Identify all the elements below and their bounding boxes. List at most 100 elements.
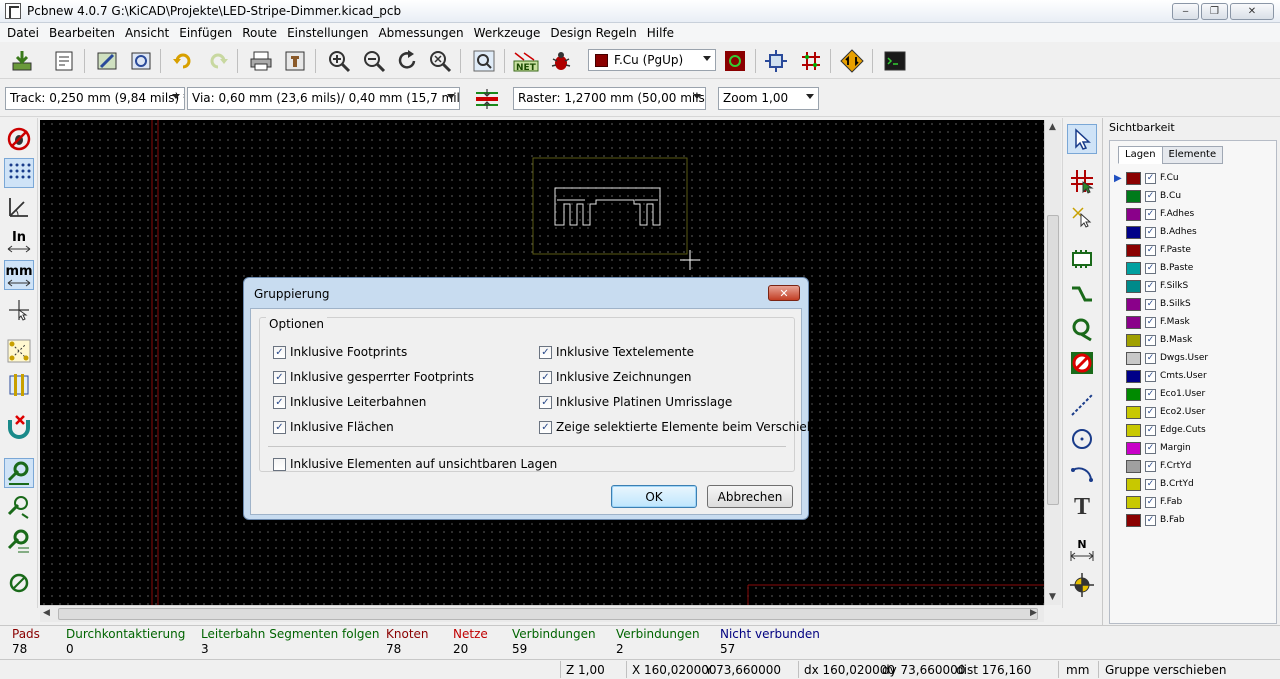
option-include-zones[interactable]: ✓ Inklusive Flächen bbox=[273, 420, 394, 434]
show-zones-outline-button[interactable] bbox=[4, 492, 34, 522]
layer-row[interactable]: ✓ B.Cu bbox=[1114, 187, 1274, 205]
layer-color-swatch[interactable] bbox=[1126, 279, 1141, 293]
layer-visibility-checkbox[interactable]: ✓ bbox=[1145, 352, 1156, 364]
set-origin-button[interactable] bbox=[1067, 570, 1097, 600]
scroll-down-icon[interactable]: ▼ bbox=[1049, 592, 1056, 602]
layer-color-swatch[interactable] bbox=[1126, 405, 1141, 419]
library-editor-button[interactable] bbox=[93, 47, 121, 75]
layer-color-swatch[interactable] bbox=[1126, 477, 1141, 491]
layer-visibility-checkbox[interactable]: ✓ bbox=[1145, 262, 1156, 274]
fabrication-outputs-button[interactable] bbox=[838, 47, 866, 75]
checkbox[interactable] bbox=[273, 457, 286, 471]
layer-color-swatch[interactable] bbox=[1126, 513, 1141, 527]
checkbox[interactable]: ✓ bbox=[273, 345, 286, 359]
menu-ansicht[interactable]: Ansicht bbox=[120, 26, 174, 40]
scripting-console-button[interactable] bbox=[881, 47, 909, 75]
layer-row[interactable]: ✓ Dwgs.User bbox=[1114, 349, 1274, 367]
checkbox[interactable]: ✓ bbox=[539, 370, 552, 384]
layer-row[interactable]: ✓ B.Mask bbox=[1114, 331, 1274, 349]
vertical-scrollbar[interactable]: ▲ ▼ bbox=[1044, 120, 1061, 605]
menu-hilfe[interactable]: Hilfe bbox=[642, 26, 679, 40]
option-include-text[interactable]: ✓ Inklusive Textelemente bbox=[539, 345, 694, 359]
library-browser-button[interactable] bbox=[127, 47, 155, 75]
save-board-button[interactable] bbox=[8, 47, 36, 75]
layer-color-swatch[interactable] bbox=[1126, 297, 1141, 311]
close-window-button[interactable]: ✕ bbox=[1230, 3, 1274, 20]
scroll-up-icon[interactable]: ▲ bbox=[1049, 122, 1056, 132]
vertical-scroll-thumb[interactable] bbox=[1047, 215, 1059, 505]
layer-visibility-checkbox[interactable]: ✓ bbox=[1145, 172, 1156, 184]
dialog-close-button[interactable]: ✕ bbox=[768, 285, 800, 301]
local-ratsnest-button[interactable] bbox=[1067, 202, 1097, 232]
menu-einfuegen[interactable]: Einfügen bbox=[174, 26, 237, 40]
tab-lagen[interactable]: Lagen bbox=[1118, 146, 1163, 164]
auto-track-width-button[interactable] bbox=[473, 85, 501, 113]
select-tool-button[interactable] bbox=[1067, 124, 1097, 154]
show-zones-button[interactable] bbox=[4, 458, 34, 488]
auto-route-button[interactable] bbox=[797, 47, 825, 75]
auto-delete-tracks-button[interactable] bbox=[4, 412, 34, 442]
zoom-fit-button[interactable] bbox=[426, 47, 454, 75]
layer-row[interactable]: ✓ F.CrtYd bbox=[1114, 457, 1274, 475]
redraw-button[interactable] bbox=[393, 47, 421, 75]
option-include-drawings[interactable]: ✓ Inklusive Zeichnungen bbox=[539, 370, 691, 384]
layer-visibility-checkbox[interactable]: ✓ bbox=[1145, 334, 1156, 346]
layer-row[interactable]: ✓ B.Fab bbox=[1114, 511, 1274, 529]
checkbox[interactable]: ✓ bbox=[539, 420, 552, 434]
menu-bearbeiten[interactable]: Bearbeiten bbox=[44, 26, 120, 40]
add-arc-button[interactable] bbox=[1067, 458, 1097, 488]
option-include-locked-footprints[interactable]: ✓ Inklusive gesperrter Footprints bbox=[273, 370, 474, 384]
layer-visibility-checkbox[interactable]: ✓ bbox=[1145, 208, 1156, 220]
polar-coords-button[interactable] bbox=[4, 192, 34, 222]
option-include-hidden-layers[interactable]: Inklusive Elementen auf unsichtbaren Lag… bbox=[273, 457, 557, 471]
layer-visibility-checkbox[interactable]: ✓ bbox=[1145, 244, 1156, 256]
auto-place-button[interactable] bbox=[762, 47, 790, 75]
layer-row[interactable]: ✓ B.Paste bbox=[1114, 259, 1274, 277]
menu-route[interactable]: Route bbox=[237, 26, 282, 40]
layer-row[interactable]: ✓ B.Adhes bbox=[1114, 223, 1274, 241]
add-keepout-button[interactable] bbox=[1067, 348, 1097, 378]
ok-button[interactable]: OK bbox=[611, 485, 697, 508]
layer-color-swatch[interactable] bbox=[1126, 261, 1141, 275]
add-track-button[interactable] bbox=[1067, 280, 1097, 310]
grid-toggle-button[interactable] bbox=[4, 158, 34, 188]
layer-row[interactable]: ✓ F.Mask bbox=[1114, 313, 1274, 331]
via-size-select[interactable]: Via: 0,60 mm (23,6 mils)/ 0,40 mm (15,7 … bbox=[187, 87, 460, 110]
layer-visibility-checkbox[interactable]: ✓ bbox=[1145, 478, 1156, 490]
layer-visibility-checkbox[interactable]: ✓ bbox=[1145, 406, 1156, 418]
checkbox[interactable]: ✓ bbox=[273, 370, 286, 384]
layer-visibility-checkbox[interactable]: ✓ bbox=[1145, 298, 1156, 310]
read-netlist-button[interactable]: NET bbox=[512, 47, 540, 75]
layer-color-swatch[interactable] bbox=[1126, 495, 1141, 509]
layer-color-swatch[interactable] bbox=[1126, 441, 1141, 455]
layer-row[interactable]: ✓ F.SilkS bbox=[1114, 277, 1274, 295]
layer-visibility-checkbox[interactable]: ✓ bbox=[1145, 388, 1156, 400]
menu-abmessungen[interactable]: Abmessungen bbox=[373, 26, 468, 40]
layer-row[interactable]: ▶ ✓ F.Cu bbox=[1114, 169, 1274, 187]
layer-row[interactable]: ✓ Margin bbox=[1114, 439, 1274, 457]
layer-row[interactable]: ✓ Edge.Cuts bbox=[1114, 421, 1274, 439]
scroll-left-icon[interactable]: ◀ bbox=[43, 608, 50, 618]
track-width-select[interactable]: Track: 0,250 mm (9,84 mils) * bbox=[5, 87, 185, 110]
zoom-out-button[interactable] bbox=[360, 47, 388, 75]
layer-visibility-checkbox[interactable]: ✓ bbox=[1145, 316, 1156, 328]
add-via-button[interactable] bbox=[1067, 314, 1097, 344]
layer-row[interactable]: ✓ Eco2.User bbox=[1114, 403, 1274, 421]
layer-visibility-checkbox[interactable]: ✓ bbox=[1145, 442, 1156, 454]
layer-row[interactable]: ✓ Eco1.User bbox=[1114, 385, 1274, 403]
show-zones-sketch-button[interactable] bbox=[4, 526, 34, 556]
layer-visibility-checkbox[interactable]: ✓ bbox=[1145, 460, 1156, 472]
drc-button[interactable] bbox=[547, 47, 575, 75]
maximize-button[interactable]: ❐ bbox=[1201, 3, 1228, 20]
add-text-button[interactable]: T bbox=[1067, 492, 1097, 522]
mm-units-button[interactable]: mm bbox=[4, 260, 34, 290]
layer-color-swatch[interactable] bbox=[1126, 351, 1141, 365]
find-button[interactable] bbox=[470, 47, 498, 75]
menu-design-regeln[interactable]: Design Regeln bbox=[545, 26, 641, 40]
module-ratsnest-button[interactable] bbox=[4, 370, 34, 400]
add-dimension-button[interactable]: N bbox=[1067, 534, 1097, 564]
checkbox[interactable]: ✓ bbox=[273, 395, 286, 409]
menu-werkzeuge[interactable]: Werkzeuge bbox=[469, 26, 546, 40]
tab-elemente[interactable]: Elemente bbox=[1161, 146, 1224, 164]
inch-units-button[interactable]: In bbox=[4, 226, 34, 256]
